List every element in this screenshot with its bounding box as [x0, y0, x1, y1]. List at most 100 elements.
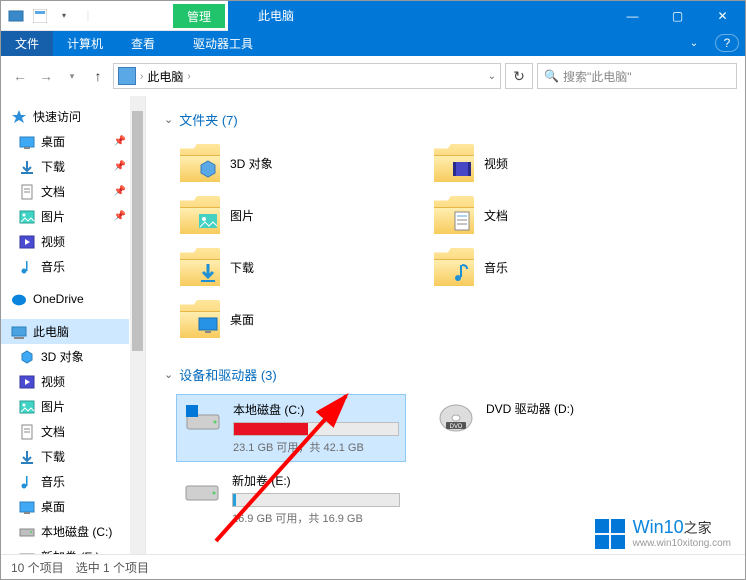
nav-back-button[interactable]: ← — [9, 65, 31, 87]
navigation-pane: 快速访问桌面📌下载📌文档📌图片📌视频音乐OneDrive此电脑3D 对象视频图片… — [1, 96, 146, 554]
content-pane: ⌄ 文件夹 (7) 3D 对象 视频 图片 文档 — [146, 96, 745, 554]
document-overlay-icon — [451, 210, 473, 232]
hdd-win-icon — [183, 401, 223, 435]
video-overlay-icon — [451, 158, 473, 180]
refresh-button[interactable]: ↻ — [505, 63, 533, 89]
sidebar-item-3d[interactable]: 3D 对象 — [1, 344, 129, 369]
nav-history-dropdown[interactable]: ▾ — [61, 65, 83, 87]
search-input[interactable]: 🔍 搜索"此电脑" — [537, 63, 737, 89]
folder-label: 桌面 — [230, 311, 254, 328]
sys-icon[interactable] — [5, 5, 27, 27]
search-placeholder: 搜索"此电脑" — [563, 68, 632, 85]
drive-name: 新加卷 (E:) — [232, 472, 400, 493]
folder-item-3d[interactable]: 3D 对象 — [176, 139, 406, 187]
sidebar-scrollbar[interactable] — [130, 96, 145, 554]
help-icon[interactable]: ? — [715, 34, 739, 52]
drive-icon — [19, 549, 35, 555]
quick-access-toolbar: ▾ ｜ — [1, 5, 103, 27]
hdd-icon — [182, 472, 222, 506]
main-area: 快速访问桌面📌下载📌文档📌图片📌视频音乐OneDrive此电脑3D 对象视频图片… — [1, 96, 745, 554]
sidebar-item-videos[interactable]: 视频 — [1, 229, 129, 254]
drive-stats: 16.9 GB 可用，共 16.9 GB — [232, 510, 400, 526]
folder-icon — [180, 144, 220, 182]
sidebar-item-documents[interactable]: 文档 — [1, 419, 129, 444]
documents-icon — [19, 184, 35, 200]
ribbon-expand-icon[interactable]: ⌄ — [679, 31, 709, 56]
tab-drive-tools[interactable]: 驱动器工具 — [179, 31, 267, 56]
tab-file[interactable]: 文件 — [1, 31, 53, 56]
sidebar-item-desktop[interactable]: 桌面📌 — [1, 129, 129, 154]
drive-icon — [19, 524, 35, 540]
maximize-button[interactable]: ▢ — [655, 1, 700, 31]
address-input[interactable]: › 此电脑 › ⌄ — [113, 63, 501, 89]
ribbon-context-tab[interactable]: 管理 — [173, 4, 225, 28]
folder-item-video[interactable]: 视频 — [430, 139, 660, 187]
pin-icon: 📌 — [114, 161, 129, 172]
address-dropdown-icon[interactable]: ⌄ — [488, 71, 496, 82]
sidebar-item-downloads[interactable]: 下载📌 — [1, 154, 129, 179]
drive-stats: 23.1 GB 可用，共 42.1 GB — [233, 439, 399, 455]
folder-item-document[interactable]: 文档 — [430, 191, 660, 239]
pin-icon: 📌 — [114, 186, 129, 197]
qat-dropdown-icon[interactable]: ▾ — [53, 5, 75, 27]
folder-item-download[interactable]: 下载 — [176, 243, 406, 291]
drive-item[interactable]: DVD DVD 驱动器 (D:) — [430, 394, 660, 462]
breadcrumb-root[interactable]: 此电脑 — [143, 68, 187, 85]
drive-usage-bar — [233, 422, 399, 436]
dvd-icon: DVD — [436, 400, 476, 434]
group-folders-header[interactable]: ⌄ 文件夹 (7) — [164, 106, 727, 139]
sidebar-item-downloads[interactable]: 下载 — [1, 444, 129, 469]
nav-up-button[interactable]: ↑ — [87, 65, 109, 87]
sidebar-item-music[interactable]: 音乐 — [1, 469, 129, 494]
sidebar-this-pc[interactable]: 此电脑 — [1, 319, 129, 344]
sidebar-item-drive[interactable]: 新加卷 (E:) — [1, 544, 129, 554]
music-overlay-icon — [451, 262, 473, 284]
folder-icon — [180, 196, 220, 234]
folder-icon — [434, 196, 474, 234]
drive-item[interactable]: 本地磁盘 (C:) 23.1 GB 可用，共 42.1 GB — [176, 394, 406, 462]
drive-usage-bar — [232, 493, 400, 507]
tab-view[interactable]: 查看 — [117, 31, 169, 56]
folder-label: 视频 — [484, 155, 508, 172]
folder-icon — [434, 248, 474, 286]
search-icon: 🔍 — [544, 69, 559, 83]
sidebar-item-drive[interactable]: 本地磁盘 (C:) — [1, 519, 129, 544]
pictures-icon — [19, 209, 35, 225]
sidebar-item-music[interactable]: 音乐 — [1, 254, 129, 279]
picture-overlay-icon — [197, 210, 219, 232]
folder-item-picture[interactable]: 图片 — [176, 191, 406, 239]
nav-forward-button[interactable]: → — [35, 65, 57, 87]
group-drives-header[interactable]: ⌄ 设备和驱动器 (3) — [164, 361, 727, 394]
folder-item-desktop[interactable]: 桌面 — [176, 295, 406, 343]
folder-label: 文档 — [484, 207, 508, 224]
titlebar: ▾ ｜ 管理 此电脑 — ▢ ✕ — [1, 1, 745, 31]
this-pc-icon — [118, 67, 136, 85]
pictures-icon — [19, 399, 35, 415]
tab-computer[interactable]: 计算机 — [53, 31, 117, 56]
folder-item-music[interactable]: 音乐 — [430, 243, 660, 291]
download-overlay-icon — [197, 262, 219, 284]
address-bar: ← → ▾ ↑ › 此电脑 › ⌄ ↻ 🔍 搜索"此电脑" — [1, 56, 745, 96]
pc-icon — [11, 324, 27, 340]
3d-overlay-icon — [197, 158, 219, 180]
sidebar-onedrive[interactable]: OneDrive — [1, 287, 129, 311]
sidebar-item-pictures[interactable]: 图片 — [1, 394, 129, 419]
breadcrumb-sep: › — [187, 71, 190, 82]
qat-properties-icon[interactable] — [29, 5, 51, 27]
sidebar-item-pictures[interactable]: 图片📌 — [1, 204, 129, 229]
pin-icon: 📌 — [114, 136, 129, 147]
sidebar-quick-access[interactable]: 快速访问 — [1, 104, 129, 129]
folder-label: 3D 对象 — [230, 155, 273, 172]
close-button[interactable]: ✕ — [700, 1, 745, 31]
svg-text:DVD: DVD — [450, 424, 463, 430]
sidebar-item-documents[interactable]: 文档📌 — [1, 179, 129, 204]
chevron-down-icon: ⌄ — [164, 113, 173, 126]
music-icon — [19, 474, 35, 490]
desktop-overlay-icon — [197, 314, 219, 336]
downloads-icon — [19, 449, 35, 465]
qat-divider: ｜ — [77, 5, 99, 27]
minimize-button[interactable]: — — [610, 1, 655, 31]
sidebar-item-desktop[interactable]: 桌面 — [1, 494, 129, 519]
drive-item[interactable]: 新加卷 (E:) 16.9 GB 可用，共 16.9 GB — [176, 466, 406, 532]
sidebar-item-videos[interactable]: 视频 — [1, 369, 129, 394]
